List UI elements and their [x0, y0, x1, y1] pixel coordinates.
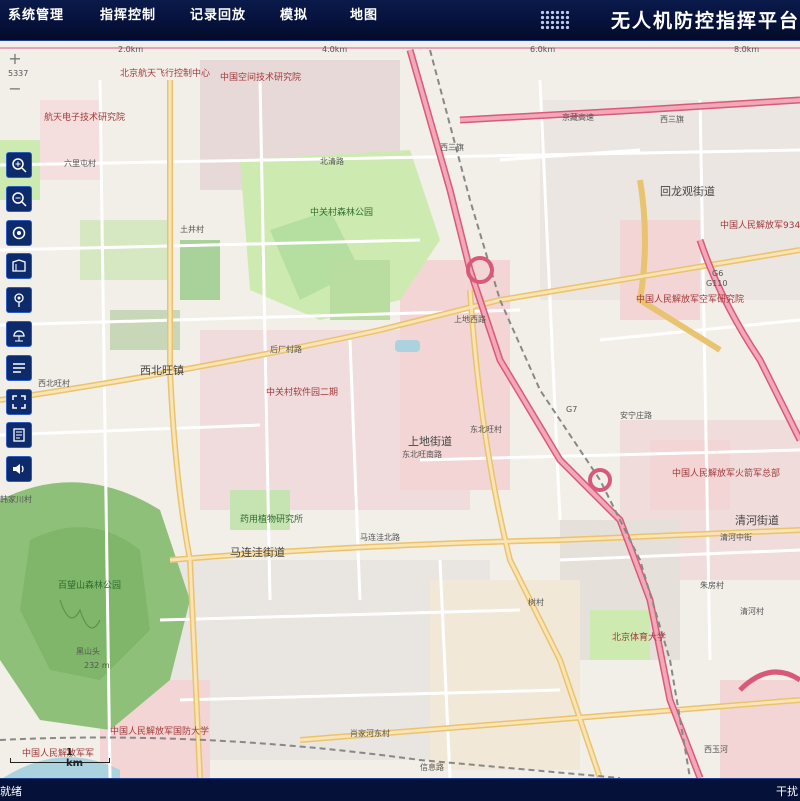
nav-record-playback[interactable]: 记录回放 — [190, 4, 246, 23]
place-label: 土井村 — [180, 224, 204, 234]
road-label: 京藏高速 — [562, 112, 594, 122]
nav-simulation[interactable]: 模拟 — [280, 4, 308, 23]
radar-icon[interactable] — [6, 320, 32, 347]
district-label: 马连洼街道 — [230, 545, 285, 559]
map-svg: 西北旺镇 上地街道 马连洼街道 清河街道 回龙观街道 西三旗 中关村森林公园 百… — [0, 40, 800, 778]
place-label: 西玉河 — [704, 744, 728, 754]
district-label: 清河街道 — [735, 513, 779, 527]
district-label: 西北旺镇 — [140, 363, 184, 377]
coord-hint: 5337 — [8, 69, 28, 78]
place-label: 树村 — [528, 597, 544, 607]
nav-command-control[interactable]: 指挥控制 — [100, 4, 156, 23]
road-label: 北清路 — [320, 156, 344, 166]
place-label: 西三旗 — [660, 114, 684, 124]
scale-line — [10, 758, 110, 763]
top-navigation-bar: 系统管理 指挥控制 记录回放 模拟 地图 无人机防控指挥平台 — [0, 0, 800, 41]
drone-icon[interactable] — [6, 287, 32, 314]
place-label: 韩家川村 — [0, 494, 32, 504]
status-right[interactable]: 干扰 — [776, 783, 798, 799]
layers-icon[interactable] — [6, 253, 32, 280]
left-toolbar — [6, 152, 32, 490]
distance-label: 2.0km — [118, 45, 143, 54]
distance-label: 6.0km — [530, 45, 555, 54]
poi-label: 北京航天飞行控制中心 — [120, 67, 210, 79]
district-label: 上地街道 — [408, 434, 452, 448]
poi-label: 航天电子技术研究院 — [44, 111, 125, 123]
map-zoom-out-button[interactable]: − — [6, 80, 24, 98]
speaker-icon[interactable] — [6, 456, 32, 483]
nav-system-management[interactable]: 系统管理 — [8, 4, 64, 23]
poi-label: 中国人民解放军93462部队 — [720, 219, 800, 231]
zoom-out-icon[interactable] — [6, 185, 32, 212]
road-label: 信息路 — [420, 762, 444, 772]
road-label: 安宁庄路 — [620, 410, 652, 420]
distance-label: 8.0km — [734, 45, 759, 54]
road-label: G110 — [706, 279, 727, 288]
distance-label: 4.0km — [322, 45, 347, 54]
target-icon[interactable] — [6, 219, 32, 246]
status-bar: 就绪 干扰 — [0, 778, 800, 801]
status-left: 就绪 — [0, 785, 22, 798]
app-title: 无人机防控指挥平台 — [610, 10, 800, 32]
place-label: 朱房村 — [700, 580, 724, 590]
area-label: 药用植物研究所 — [240, 513, 303, 525]
road-label: G7 — [566, 405, 577, 414]
area-label: 北京体育大学 — [612, 631, 666, 643]
report-icon[interactable] — [6, 422, 32, 449]
place-label: 肖家河东村 — [350, 728, 390, 738]
place-label: 东北旺村 — [470, 424, 502, 434]
list-icon[interactable] — [6, 354, 32, 381]
poi-label: 中国人民解放军火箭军总部 — [672, 467, 780, 479]
nav-map[interactable]: 地图 — [350, 4, 378, 23]
map-zoom-in-button[interactable]: + — [6, 50, 24, 68]
road-label: G6 — [712, 269, 723, 278]
poi-label: 中国空间技术研究院 — [220, 71, 301, 83]
road-label: 马连洼北路 — [360, 532, 400, 542]
road-label: 清河中街 — [720, 532, 752, 542]
place-label: 六里屯村 — [64, 158, 96, 168]
area-label: 中关村软件园二期 — [266, 386, 338, 398]
place-label: 清河村 — [740, 606, 764, 616]
fullscreen-icon[interactable] — [6, 388, 32, 415]
road-label: 上地西路 — [454, 314, 486, 324]
zoom-in-icon[interactable] — [6, 152, 32, 178]
area-label: 中关村森林公园 — [310, 206, 373, 218]
map-canvas[interactable]: 西北旺镇 上地街道 马连洼街道 清河街道 回龙观街道 西三旗 中关村森林公园 百… — [0, 40, 800, 778]
district-label: 西三旗 — [440, 142, 464, 152]
road-label: 后厂村路 — [270, 344, 302, 354]
poi-label: 中国人民解放军国防大学 — [110, 725, 209, 737]
road-label: 东北旺南路 — [402, 449, 442, 459]
area-label: 百望山森林公园 — [58, 579, 121, 591]
district-label: 回龙观街道 — [660, 184, 715, 198]
poi-label: 中国人民解放军空军研究院 — [636, 293, 744, 305]
place-label: 西北旺村 — [38, 378, 70, 388]
place-label: 黑山头 — [76, 646, 100, 656]
height-label: 232 m — [84, 661, 110, 670]
logo-dots-icon — [540, 10, 570, 30]
